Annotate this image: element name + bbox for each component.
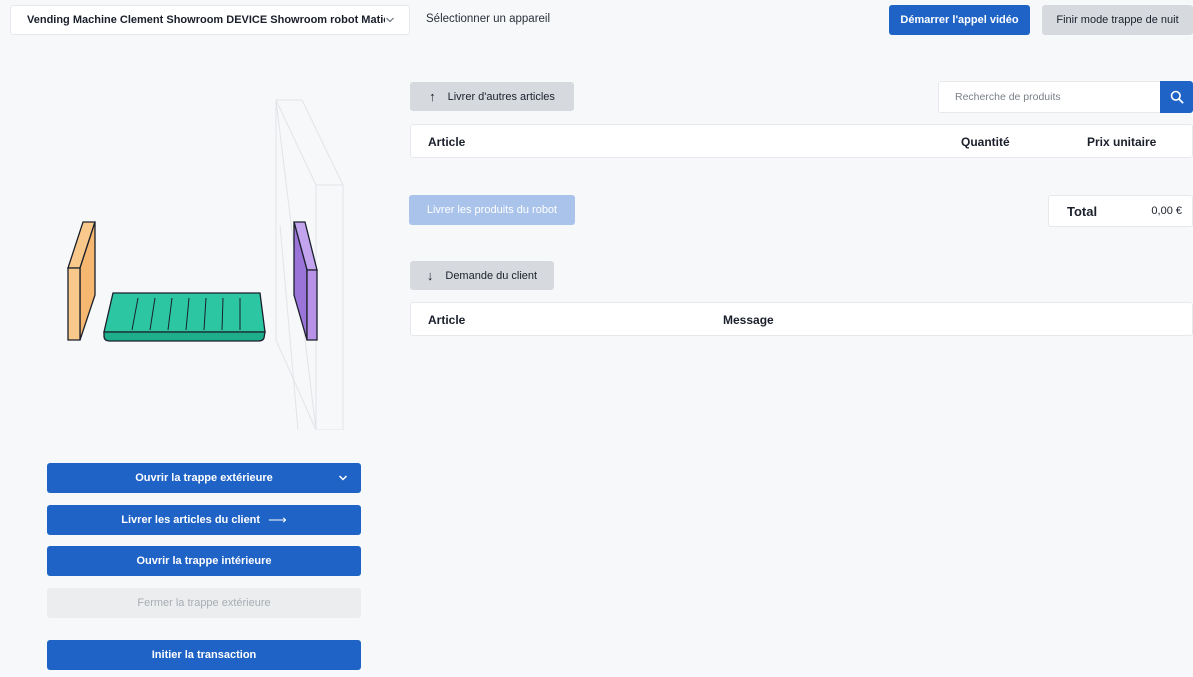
end-night-mode-button[interactable]: Finir mode trappe de nuit [1042,5,1193,35]
deliver-robot-products-button[interactable]: Livrer les produits du robot [409,195,575,225]
chevron-down-icon[interactable] [337,472,349,484]
column-message: Message [723,313,774,327]
arrow-up-icon: ↑ [429,89,436,104]
client-request-button[interactable]: ↓ Demande du client [410,261,554,290]
deliver-client-items-button[interactable]: Livrer les articles du client ⟶ [47,505,361,535]
arrow-right-icon: ⟶ [268,512,287,527]
client-request-label: Demande du client [445,269,538,282]
arrow-down-icon: ↓ [426,268,434,283]
total-value: 0,00 € [1151,205,1182,217]
conveyor-shape [103,292,266,342]
open-inner-hatch-button[interactable]: Ouvrir la trappe intérieure [47,546,361,576]
column-quantity: Quantité [961,135,1010,149]
device-select[interactable]: Vending Machine Clement Showroom DEVICE … [10,5,410,35]
search-button[interactable] [1160,81,1193,113]
deliver-more-items-button[interactable]: ↑ Livrer d'autres articles [410,82,574,111]
open-outer-hatch-label: Ouvrir la trappe extérieure [135,472,273,484]
column-article: Article [428,135,466,149]
column-article: Article [428,313,466,327]
open-outer-hatch-button[interactable]: Ouvrir la trappe extérieure [47,463,361,493]
total-box: Total 0,00 € [1048,195,1193,227]
deliver-more-items-label: Livrer d'autres articles [447,90,555,103]
close-outer-hatch-button[interactable]: Fermer la trappe extérieure [47,588,361,618]
robot-illustration [67,99,344,430]
total-label: Total [1067,204,1098,219]
inner-hatch-shape [293,221,318,341]
orders-table-header: Article Quantité Prix unitaire [410,124,1193,158]
search-icon [1170,90,1184,104]
client-request-table-header: Article Message [410,302,1193,336]
outer-hatch-shape [67,221,96,341]
chevron-down-icon [386,17,394,23]
device-select-value: Vending Machine Clement Showroom DEVICE … [27,14,385,26]
product-search-input[interactable] [938,81,1160,113]
device-hint: Sélectionner un appareil [426,13,551,25]
deliver-client-items-label: Livrer les articles du client [121,514,261,526]
start-transaction-button[interactable]: Initier la transaction [47,640,361,670]
column-unit-price: Prix unitaire [1087,135,1157,149]
start-video-call-button[interactable]: Démarrer l'appel vidéo [889,5,1030,35]
